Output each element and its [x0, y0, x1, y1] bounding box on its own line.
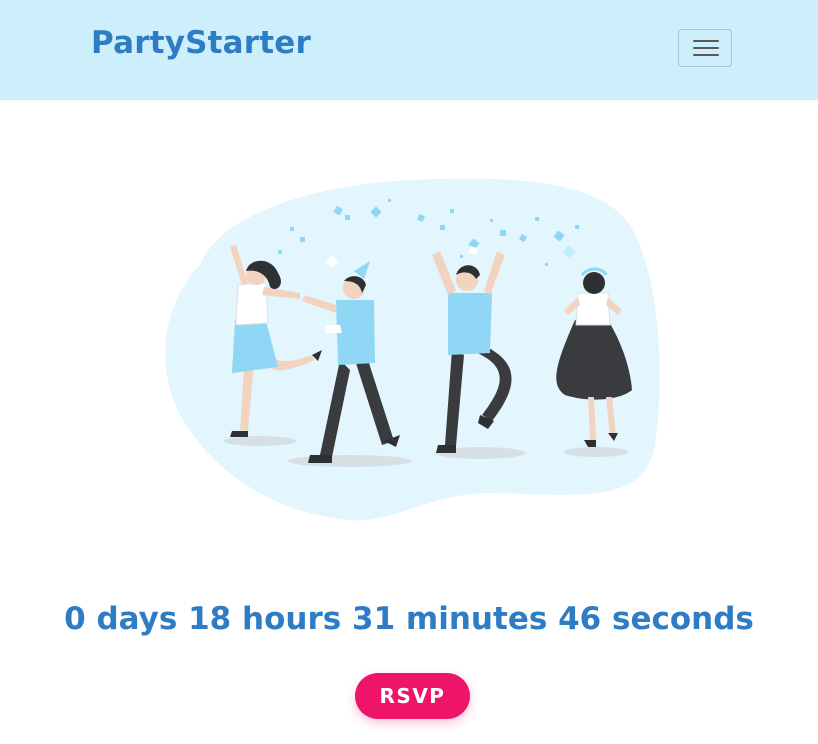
- countdown-timer: 0 days 18 hours 31 minutes 46 seconds: [64, 601, 754, 637]
- rsvp-button[interactable]: RSVP: [355, 673, 470, 719]
- navbar-toggler-button[interactable]: [678, 29, 732, 67]
- navbar: PartyStarter: [0, 0, 818, 100]
- party-illustration: [165, 178, 660, 521]
- brand-logo-link[interactable]: PartyStarter: [91, 25, 311, 61]
